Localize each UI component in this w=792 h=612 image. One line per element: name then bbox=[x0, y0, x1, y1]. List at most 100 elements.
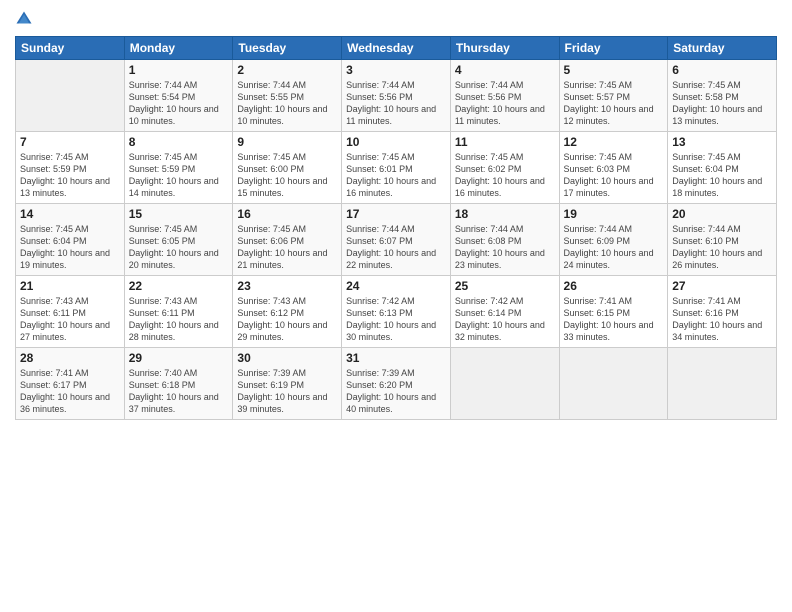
day-info: Sunrise: 7:44 AM Sunset: 6:10 PM Dayligh… bbox=[672, 223, 772, 272]
day-number: 19 bbox=[564, 207, 664, 221]
header-day: Tuesday bbox=[233, 37, 342, 60]
calendar-cell bbox=[16, 60, 125, 132]
day-number: 10 bbox=[346, 135, 446, 149]
day-number: 30 bbox=[237, 351, 337, 365]
calendar-cell: 12 Sunrise: 7:45 AM Sunset: 6:03 PM Dayli… bbox=[559, 132, 668, 204]
calendar-cell: 10 Sunrise: 7:45 AM Sunset: 6:01 PM Dayli… bbox=[342, 132, 451, 204]
day-info: Sunrise: 7:44 AM Sunset: 6:07 PM Dayligh… bbox=[346, 223, 446, 272]
day-info: Sunrise: 7:45 AM Sunset: 6:05 PM Dayligh… bbox=[129, 223, 229, 272]
calendar-table: SundayMondayTuesdayWednesdayThursdayFrid… bbox=[15, 36, 777, 420]
day-info: Sunrise: 7:41 AM Sunset: 6:16 PM Dayligh… bbox=[672, 295, 772, 344]
day-number: 31 bbox=[346, 351, 446, 365]
header-day: Monday bbox=[124, 37, 233, 60]
calendar-cell: 14Sunrise: 7:45 AM Sunset: 6:04 PM Dayli… bbox=[16, 204, 125, 276]
calendar-cell: 5Sunrise: 7:45 AM Sunset: 5:57 PM Daylig… bbox=[559, 60, 668, 132]
day-info: Sunrise: 7:43 AM Sunset: 6:11 PM Dayligh… bbox=[20, 295, 120, 344]
calendar-cell bbox=[450, 348, 559, 420]
header-day: Saturday bbox=[668, 37, 777, 60]
day-number: 1 bbox=[129, 63, 229, 77]
calendar-cell: 6Sunrise: 7:45 AM Sunset: 5:58 PM Daylig… bbox=[668, 60, 777, 132]
day-info: Sunrise: 7:45 AM Sunset: 6:01 PM Dayligh… bbox=[346, 151, 446, 200]
day-info: Sunrise: 7:45 AM Sunset: 5:58 PM Dayligh… bbox=[672, 79, 772, 128]
day-number: 4 bbox=[455, 63, 555, 77]
calendar-cell: 3 Sunrise: 7:44 AM Sunset: 5:56 PM Daylig… bbox=[342, 60, 451, 132]
day-info: Sunrise: 7:39 AM Sunset: 6:19 PM Dayligh… bbox=[237, 367, 337, 416]
day-number: 8 bbox=[129, 135, 229, 149]
calendar-cell: 25 Sunrise: 7:42 AM Sunset: 6:14 PM Dayli… bbox=[450, 276, 559, 348]
header-row: SundayMondayTuesdayWednesdayThursdayFrid… bbox=[16, 37, 777, 60]
day-info: Sunrise: 7:45 AM Sunset: 6:06 PM Dayligh… bbox=[237, 223, 337, 272]
header-day: Friday bbox=[559, 37, 668, 60]
calendar-cell: 27 Sunrise: 7:41 AM Sunset: 6:16 PM Dayli… bbox=[668, 276, 777, 348]
header-day: Sunday bbox=[16, 37, 125, 60]
day-number: 18 bbox=[455, 207, 555, 221]
day-info: Sunrise: 7:40 AM Sunset: 6:18 PM Dayligh… bbox=[129, 367, 229, 416]
day-number: 15 bbox=[129, 207, 229, 221]
header-day: Wednesday bbox=[342, 37, 451, 60]
calendar-week-row: 7 Sunrise: 7:45 AM Sunset: 5:59 PM Daylig… bbox=[16, 132, 777, 204]
day-number: 2 bbox=[237, 63, 337, 77]
day-info: Sunrise: 7:39 AM Sunset: 6:20 PM Dayligh… bbox=[346, 367, 446, 416]
day-info: Sunrise: 7:45 AM Sunset: 6:02 PM Dayligh… bbox=[455, 151, 555, 200]
calendar-cell: 31 Sunrise: 7:39 AM Sunset: 6:20 PM Dayli… bbox=[342, 348, 451, 420]
logo bbox=[15, 10, 35, 28]
calendar-cell: 2 Sunrise: 7:44 AM Sunset: 5:55 PM Daylig… bbox=[233, 60, 342, 132]
calendar-cell: 20 Sunrise: 7:44 AM Sunset: 6:10 PM Dayli… bbox=[668, 204, 777, 276]
calendar-cell: 11 Sunrise: 7:45 AM Sunset: 6:02 PM Dayli… bbox=[450, 132, 559, 204]
day-info: Sunrise: 7:43 AM Sunset: 6:12 PM Dayligh… bbox=[237, 295, 337, 344]
calendar-cell: 22Sunrise: 7:43 AM Sunset: 6:11 PM Dayli… bbox=[124, 276, 233, 348]
day-info: Sunrise: 7:41 AM Sunset: 6:15 PM Dayligh… bbox=[564, 295, 664, 344]
calendar-cell: 28 Sunrise: 7:41 AM Sunset: 6:17 PM Dayli… bbox=[16, 348, 125, 420]
day-info: Sunrise: 7:45 AM Sunset: 5:59 PM Dayligh… bbox=[129, 151, 229, 200]
calendar-cell: 8 Sunrise: 7:45 AM Sunset: 5:59 PM Daylig… bbox=[124, 132, 233, 204]
calendar-cell: 26 Sunrise: 7:41 AM Sunset: 6:15 PM Dayli… bbox=[559, 276, 668, 348]
day-number: 21 bbox=[20, 279, 120, 293]
calendar-cell: 30 Sunrise: 7:39 AM Sunset: 6:19 PM Dayli… bbox=[233, 348, 342, 420]
day-info: Sunrise: 7:44 AM Sunset: 5:54 PM Dayligh… bbox=[129, 79, 229, 128]
day-number: 23 bbox=[237, 279, 337, 293]
day-number: 16 bbox=[237, 207, 337, 221]
day-info: Sunrise: 7:44 AM Sunset: 5:56 PM Dayligh… bbox=[455, 79, 555, 128]
day-number: 26 bbox=[564, 279, 664, 293]
calendar-cell bbox=[668, 348, 777, 420]
day-info: Sunrise: 7:44 AM Sunset: 5:56 PM Dayligh… bbox=[346, 79, 446, 128]
calendar-cell bbox=[559, 348, 668, 420]
day-info: Sunrise: 7:45 AM Sunset: 6:03 PM Dayligh… bbox=[564, 151, 664, 200]
day-info: Sunrise: 7:45 AM Sunset: 5:57 PM Dayligh… bbox=[564, 79, 664, 128]
header-day: Thursday bbox=[450, 37, 559, 60]
day-info: Sunrise: 7:44 AM Sunset: 6:08 PM Dayligh… bbox=[455, 223, 555, 272]
header bbox=[15, 10, 777, 28]
day-info: Sunrise: 7:45 AM Sunset: 6:04 PM Dayligh… bbox=[672, 151, 772, 200]
calendar-week-row: 1 Sunrise: 7:44 AM Sunset: 5:54 PM Daylig… bbox=[16, 60, 777, 132]
calendar-week-row: 14Sunrise: 7:45 AM Sunset: 6:04 PM Dayli… bbox=[16, 204, 777, 276]
day-number: 12 bbox=[564, 135, 664, 149]
calendar-week-row: 28 Sunrise: 7:41 AM Sunset: 6:17 PM Dayli… bbox=[16, 348, 777, 420]
day-info: Sunrise: 7:43 AM Sunset: 6:11 PM Dayligh… bbox=[129, 295, 229, 344]
day-info: Sunrise: 7:41 AM Sunset: 6:17 PM Dayligh… bbox=[20, 367, 120, 416]
day-number: 3 bbox=[346, 63, 446, 77]
calendar-cell: 29 Sunrise: 7:40 AM Sunset: 6:18 PM Dayli… bbox=[124, 348, 233, 420]
day-number: 9 bbox=[237, 135, 337, 149]
calendar-cell: 16 Sunrise: 7:45 AM Sunset: 6:06 PM Dayli… bbox=[233, 204, 342, 276]
calendar-cell: 18 Sunrise: 7:44 AM Sunset: 6:08 PM Dayli… bbox=[450, 204, 559, 276]
day-info: Sunrise: 7:45 AM Sunset: 5:59 PM Dayligh… bbox=[20, 151, 120, 200]
day-number: 28 bbox=[20, 351, 120, 365]
day-number: 27 bbox=[672, 279, 772, 293]
calendar-cell: 1 Sunrise: 7:44 AM Sunset: 5:54 PM Daylig… bbox=[124, 60, 233, 132]
day-number: 7 bbox=[20, 135, 120, 149]
day-number: 11 bbox=[455, 135, 555, 149]
page: SundayMondayTuesdayWednesdayThursdayFrid… bbox=[0, 0, 792, 612]
calendar-cell: 19Sunrise: 7:44 AM Sunset: 6:09 PM Dayli… bbox=[559, 204, 668, 276]
day-number: 13 bbox=[672, 135, 772, 149]
day-number: 17 bbox=[346, 207, 446, 221]
calendar-cell: 9Sunrise: 7:45 AM Sunset: 6:00 PM Daylig… bbox=[233, 132, 342, 204]
day-info: Sunrise: 7:42 AM Sunset: 6:14 PM Dayligh… bbox=[455, 295, 555, 344]
day-number: 25 bbox=[455, 279, 555, 293]
day-number: 24 bbox=[346, 279, 446, 293]
day-info: Sunrise: 7:42 AM Sunset: 6:13 PM Dayligh… bbox=[346, 295, 446, 344]
calendar-cell: 21 Sunrise: 7:43 AM Sunset: 6:11 PM Dayli… bbox=[16, 276, 125, 348]
day-info: Sunrise: 7:44 AM Sunset: 5:55 PM Dayligh… bbox=[237, 79, 337, 128]
logo-icon bbox=[15, 10, 33, 28]
day-number: 20 bbox=[672, 207, 772, 221]
day-number: 29 bbox=[129, 351, 229, 365]
